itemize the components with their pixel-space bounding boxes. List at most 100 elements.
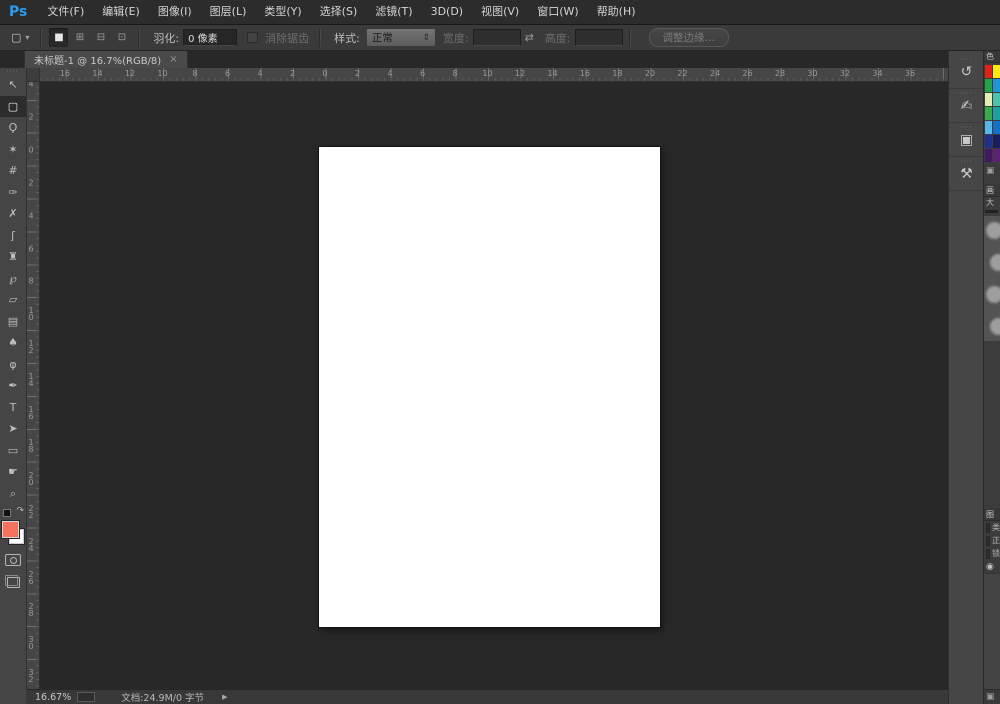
swatch[interactable] bbox=[993, 79, 1000, 92]
document-canvas[interactable] bbox=[319, 147, 660, 627]
swatch[interactable] bbox=[985, 121, 992, 134]
dodge-tool[interactable]: φ bbox=[0, 354, 26, 376]
tab-bar: 未标题-1 @ 16.7%(RGB/8) × bbox=[0, 50, 948, 68]
new-selection-button[interactable]: ■ bbox=[49, 28, 68, 47]
brush-tool[interactable]: ʃ bbox=[0, 225, 26, 247]
layers-control-row[interactable]: 锁 bbox=[984, 547, 1000, 560]
layer-visibility-eye-icon[interactable]: ◉ bbox=[984, 560, 1000, 573]
swatch[interactable] bbox=[993, 149, 1000, 162]
blur-tool[interactable]: ♠ bbox=[0, 332, 26, 354]
menu-item[interactable]: 编辑(E) bbox=[93, 0, 149, 24]
menu-item[interactable]: 视图(V) bbox=[472, 0, 528, 24]
style-value: 正常 bbox=[372, 30, 393, 45]
style-select[interactable]: 正常 ⇕ bbox=[366, 28, 436, 47]
swatch[interactable] bbox=[993, 107, 1000, 120]
zoom-tool[interactable]: ⌕ bbox=[0, 483, 26, 505]
ruler-number: 12 bbox=[515, 69, 525, 79]
new-swatch-icon[interactable]: ▣ bbox=[984, 164, 1000, 178]
layer-comps-panel-icon[interactable]: ▣ bbox=[949, 123, 984, 157]
swatch[interactable] bbox=[985, 65, 992, 78]
swatch[interactable] bbox=[985, 107, 992, 120]
horizontal-ruler[interactable]: 1614121086420246810121416182022242628303… bbox=[26, 68, 948, 82]
status-icon[interactable] bbox=[77, 692, 95, 702]
eyedropper-tool[interactable]: ✑ bbox=[0, 182, 26, 204]
layers-control-row[interactable]: 正 bbox=[984, 534, 1000, 547]
brush-preset[interactable] bbox=[986, 222, 1000, 239]
feather-input[interactable]: 0 像素 bbox=[183, 29, 237, 46]
layers-list[interactable] bbox=[984, 573, 1000, 689]
zoom-level-field[interactable]: 16.67% bbox=[35, 692, 71, 703]
swap-colors-icon[interactable]: ↷ bbox=[16, 506, 24, 516]
document-tab[interactable]: 未标题-1 @ 16.7%(RGB/8) × bbox=[24, 50, 188, 68]
crop-tool[interactable]: # bbox=[0, 160, 26, 182]
brush-size-slider[interactable] bbox=[985, 210, 998, 213]
height-input[interactable] bbox=[575, 29, 623, 46]
swatch[interactable] bbox=[993, 65, 1000, 78]
menu-item[interactable]: 窗口(W) bbox=[528, 0, 587, 24]
pen-tool[interactable]: ✒ bbox=[0, 375, 26, 397]
shape-tool[interactable]: ▭ bbox=[0, 440, 26, 462]
menu-item[interactable]: 类型(Y) bbox=[255, 0, 310, 24]
label-fragment: 类 bbox=[992, 522, 1000, 533]
layers-panel-header[interactable]: 图 bbox=[984, 508, 1000, 521]
swatch[interactable] bbox=[993, 135, 1000, 148]
vertical-ruler[interactable]: 4202468101214161820222426283032 bbox=[26, 81, 40, 690]
hand-tool[interactable]: ☛ bbox=[0, 461, 26, 483]
menu-item[interactable]: 选择(S) bbox=[311, 0, 367, 24]
gradient-tool[interactable]: ▤ bbox=[0, 311, 26, 333]
intersect-selection-button[interactable]: ⊡ bbox=[112, 28, 131, 47]
tool-preset-picker[interactable]: ▢ ▾ bbox=[6, 31, 34, 44]
path-selection-tool[interactable]: ➤ bbox=[0, 418, 26, 440]
refine-edge-button[interactable]: 调整边缘… bbox=[649, 28, 730, 47]
tool-presets-panel-icon[interactable]: ⚒ bbox=[949, 157, 984, 191]
layers-panel-footer-icon[interactable]: ▣ bbox=[984, 689, 1000, 704]
swatch[interactable] bbox=[985, 135, 992, 148]
antialias-checkbox[interactable] bbox=[247, 32, 258, 43]
lasso-tool[interactable]: Ϙ bbox=[0, 117, 26, 139]
swatch[interactable] bbox=[985, 79, 992, 92]
menu-item[interactable]: 滤镜(T) bbox=[366, 0, 421, 24]
eraser-tool[interactable]: ▱ bbox=[0, 289, 26, 311]
clone-stamp-tool[interactable]: ♜ bbox=[0, 246, 26, 268]
ruler-number: 8 bbox=[452, 69, 457, 79]
menu-item[interactable]: 图层(L) bbox=[201, 0, 256, 24]
style-label: 样式: bbox=[334, 30, 360, 46]
swatch[interactable] bbox=[985, 149, 992, 162]
healing-brush-tool[interactable]: ✗ bbox=[0, 203, 26, 225]
width-input[interactable] bbox=[473, 29, 521, 46]
close-icon[interactable]: × bbox=[169, 54, 177, 65]
swatches-panel-header[interactable]: 色 bbox=[984, 50, 1000, 63]
brushes-panel-header[interactable]: 画 bbox=[984, 184, 1000, 197]
default-colors-icon[interactable] bbox=[3, 509, 11, 517]
menu-item[interactable]: 帮助(H) bbox=[588, 0, 645, 24]
swatch[interactable] bbox=[993, 93, 1000, 106]
feather-label: 羽化: bbox=[153, 30, 179, 46]
type-tool[interactable]: T bbox=[0, 397, 26, 419]
menu-item[interactable]: 文件(F) bbox=[38, 0, 93, 24]
move-tool[interactable]: ↖ bbox=[0, 74, 26, 96]
layers-control-row[interactable]: 类 bbox=[984, 521, 1000, 534]
status-menu-arrow-icon[interactable]: ▶ bbox=[222, 693, 227, 701]
brush-panel-icon[interactable]: ✍ bbox=[949, 89, 984, 123]
ruler-number: 22 bbox=[27, 505, 35, 519]
menu-item[interactable]: 图像(I) bbox=[149, 0, 201, 24]
foreground-color-swatch[interactable] bbox=[2, 521, 19, 538]
subtract-from-selection-button[interactable]: ⊟ bbox=[91, 28, 110, 47]
quick-mask-button[interactable] bbox=[0, 550, 26, 570]
swap-dimensions-icon[interactable]: ⇄ bbox=[525, 31, 534, 44]
swatch[interactable] bbox=[985, 93, 992, 106]
screen-mode-button[interactable] bbox=[0, 570, 26, 594]
ruler-number: 14 bbox=[92, 69, 102, 79]
history-brush-tool[interactable]: ℘ bbox=[0, 268, 26, 290]
menu-item[interactable]: 3D(D) bbox=[422, 0, 473, 24]
brush-preset[interactable] bbox=[990, 318, 1000, 335]
swatch[interactable] bbox=[993, 121, 1000, 134]
magic-wand-tool[interactable]: ✶ bbox=[0, 139, 26, 161]
brush-preset[interactable] bbox=[990, 254, 1000, 271]
brush-preset[interactable] bbox=[986, 286, 1000, 303]
history-panel-icon[interactable]: ↺ bbox=[949, 55, 984, 89]
ruler-corner[interactable] bbox=[26, 68, 40, 82]
rectangular-marquee-tool[interactable]: ▢ bbox=[0, 96, 26, 118]
ruler-number: 24 bbox=[27, 538, 35, 552]
add-to-selection-button[interactable]: ⊞ bbox=[70, 28, 89, 47]
